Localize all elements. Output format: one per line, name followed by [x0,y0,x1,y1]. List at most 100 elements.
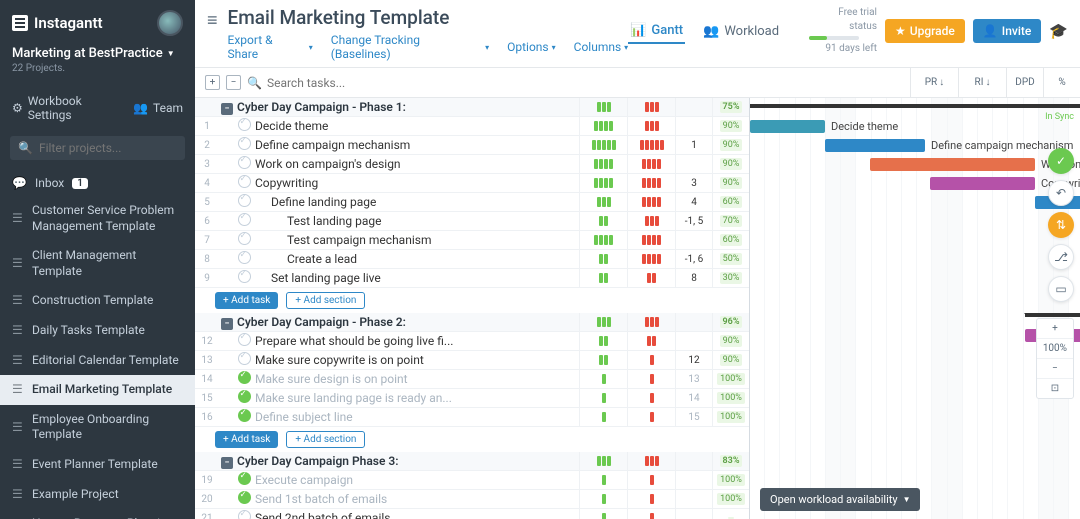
task-row[interactable]: 14Make sure design is on point13100% [195,370,749,389]
search-icon: 🔍 [18,141,33,155]
trial-status: Free trial status 91 days left [809,6,877,56]
layers-icon[interactable]: ▭ [1048,276,1074,302]
task-row[interactable]: 4Copywriting390% [195,174,749,193]
list-icon: ☰ [12,293,24,309]
zoom-level: 100% [1037,339,1073,359]
add-section-button[interactable]: + Add section [286,431,365,448]
gantt-bar[interactable]: Define campaign mechanism [825,139,925,152]
sort-icon[interactable]: ⇅ [1048,212,1074,238]
col-pr[interactable]: PR ↓ [910,68,958,97]
list-icon: ☰ [12,211,24,227]
task-row[interactable]: 13Make sure copywrite is on point1290% [195,351,749,370]
task-row[interactable]: 21Send 2nd batch of emails [195,509,749,519]
team-link[interactable]: 👥 Team [133,94,183,122]
list-icon: ☰ [12,487,24,503]
brand: Instagantt [12,14,103,32]
sidebar-project-item[interactable]: ☰Construction Template [0,286,195,316]
col-dpd[interactable]: DPD [1006,68,1043,97]
list-icon: ☰ [12,323,24,339]
header-menu-item[interactable]: Export & Share ▾ [228,33,313,61]
filter-projects[interactable]: 🔍 [10,136,185,160]
float-tools: ✓ ↶ ⇅ ⎇ ▭ [1048,148,1074,302]
header-menu: Export & Share ▾ Change Tracking (Baselin… [228,33,629,61]
search-icon: 🔍 [247,76,262,90]
add-icon[interactable]: + [205,75,220,90]
task-row[interactable]: 16Define subject line15100% [195,408,749,427]
task-row[interactable]: 2Define campaign mechanism190% [195,136,749,155]
sidebar-project-item[interactable]: ☰Human Resource Planning Template [0,509,195,519]
workspace-selector[interactable]: Marketing at BestPractice▼ [12,46,183,61]
zoom-in[interactable]: + [1037,319,1073,339]
section-bar[interactable] [1025,313,1080,317]
task-row[interactable]: 6Test landing page-1, 570% [195,212,749,231]
task-row[interactable]: 12Prepare what should be going live fi..… [195,332,749,351]
add-task-button[interactable]: + Add task [215,431,278,448]
toolbar: + − 🔍 PR ↓ RI ↓ DPD % Apr 2019W14W15W16W… [195,68,1080,98]
task-row[interactable]: 3Work on campaign's design90% [195,155,749,174]
upgrade-button[interactable]: ★ Upgrade [885,19,965,43]
sidebar-project-item[interactable]: ☰Example Project [0,480,195,510]
inbox-link[interactable]: 💬Inbox 1 [0,170,195,196]
zoom-control: + 100% − ⊡ [1036,318,1074,399]
sidebar-project-item[interactable]: ☰Editorial Calendar Template [0,346,195,376]
graduation-icon[interactable]: 🎓 [1049,22,1068,40]
task-row[interactable]: 20Send 1st batch of emails100% [195,490,749,509]
task-row[interactable]: −Cyber Day Campaign - Phase 2:96% [195,313,749,332]
task-row[interactable]: 9Set landing page live830% [195,269,749,288]
task-row[interactable]: −Cyber Day Campaign - Phase 1:75% [195,98,749,117]
page-title: Email Marketing Template [228,6,629,29]
avatar[interactable] [157,10,183,36]
sidebar-project-item[interactable]: ☰Email Marketing Template [0,375,195,405]
gantt-chart[interactable]: Today ⚙ ⚙ DAYS ▾ Cyber Day Campaign - Ph… [750,98,1080,519]
task-row[interactable]: 1Decide theme90% [195,117,749,136]
task-row[interactable]: 5Define landing page460% [195,193,749,212]
task-row[interactable]: 15Make sure landing page is ready an...1… [195,389,749,408]
invite-button[interactable]: 👤 Invite [973,19,1041,43]
filter-input[interactable] [39,141,195,155]
brand-logo-icon [12,15,28,31]
gantt-bar[interactable]: Work on campaign's design [870,158,1035,171]
zoom-fit[interactable]: ⊡ [1037,379,1073,398]
col-pct[interactable]: % [1043,68,1080,97]
header-menu-item[interactable]: Options ▾ [507,33,556,61]
search-input[interactable] [267,76,387,90]
task-row[interactable]: −Cyber Day Campaign Phase 3:83% [195,452,749,471]
zoom-out[interactable]: − [1037,359,1073,379]
col-ri[interactable]: RI ↓ [958,68,1006,97]
sidebar-project-item[interactable]: ☰Employee Onboarding Template [0,405,195,450]
project-list: ☰Customer Service Problem Management Tem… [0,196,195,519]
workload-button[interactable]: Open workload availability ▼ [760,488,920,511]
sidebar-project-item[interactable]: ☰Daily Tasks Template [0,316,195,346]
add-task-button[interactable]: + Add task [215,292,278,309]
list-icon: ☰ [12,256,24,272]
task-list: −Cyber Day Campaign - Phase 1:75%1Decide… [195,98,750,519]
workspace-sub: 22 Projects. [12,63,183,74]
task-row[interactable]: 8Create a lead-1, 650% [195,250,749,269]
menu-icon[interactable]: ≡ [207,10,218,31]
search-box[interactable]: 🔍 [247,76,387,90]
tab-gantt[interactable]: 📊 Gantt [628,19,685,44]
header-menu-item[interactable]: Change Tracking (Baselines) ▾ [331,33,489,61]
workbook-settings-link[interactable]: ⚙ Workbook Settings [12,94,119,122]
inbox-badge: 1 [72,178,88,189]
inbox-icon: 💬 [12,176,27,190]
header-menu-item[interactable]: Columns ▾ [574,33,629,61]
section-bar[interactable] [750,104,1080,108]
task-row[interactable]: 19Execute campaign100% [195,471,749,490]
sidebar: Instagantt Marketing at BestPractice▼ 22… [0,0,195,519]
tab-workload[interactable]: 👥 Workload [701,19,781,44]
gantt-bar[interactable]: Decide theme [750,120,825,133]
add-section-button[interactable]: + Add section [286,292,365,309]
main: ≡ Email Marketing Template Export & Shar… [195,0,1080,519]
list-icon: ☰ [12,420,24,436]
sidebar-project-item[interactable]: ☰Customer Service Problem Management Tem… [0,196,195,241]
branch-icon[interactable]: ⎇ [1048,244,1074,270]
remove-icon[interactable]: − [226,75,241,90]
task-row[interactable]: 7Test campaign mechanism60% [195,231,749,250]
sync-ok-icon[interactable]: ✓ [1048,148,1074,174]
header: ≡ Email Marketing Template Export & Shar… [195,0,1080,68]
sidebar-project-item[interactable]: ☰Client Management Template [0,241,195,286]
undo-icon[interactable]: ↶ [1048,180,1074,206]
gantt-bar[interactable]: Copywriting [930,177,1035,190]
sidebar-project-item[interactable]: ☰Event Planner Template [0,450,195,480]
